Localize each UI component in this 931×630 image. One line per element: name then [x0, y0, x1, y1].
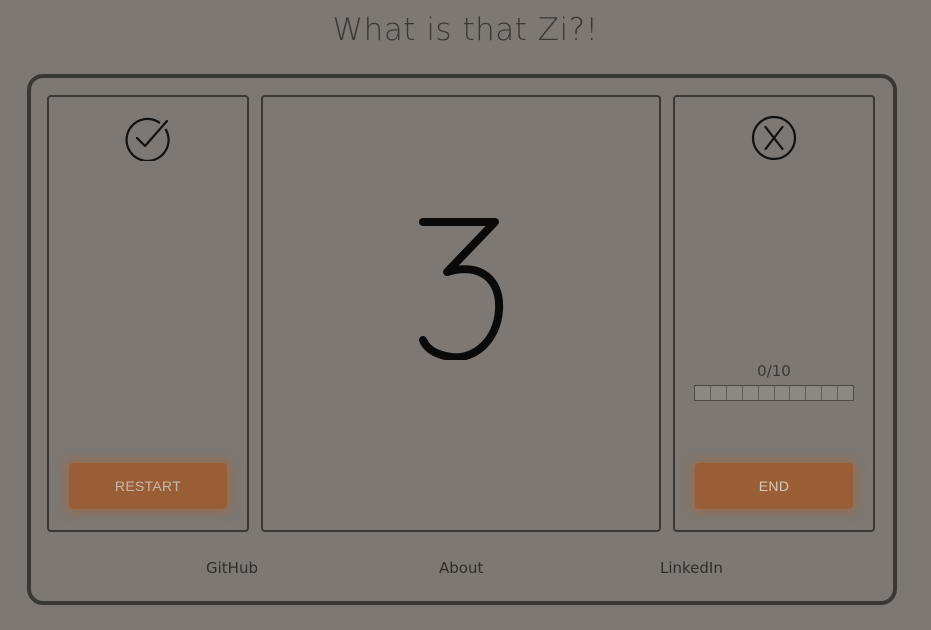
github-link[interactable]: GitHub [206, 559, 258, 577]
about-link[interactable]: About [439, 559, 483, 577]
x-circle-icon [751, 115, 797, 161]
character-glyph [419, 218, 504, 360]
character-display [261, 210, 661, 364]
app-page: What is that Zi?! 0/10 RESTART END GitHu… [0, 0, 931, 630]
progress-bar [694, 385, 854, 401]
end-button[interactable]: END [695, 463, 853, 509]
progress-counter: 0/10 [757, 362, 791, 380]
check-circle-icon [125, 115, 171, 163]
page-title: What is that Zi?! [332, 12, 599, 48]
linkedin-link[interactable]: LinkedIn [660, 559, 723, 577]
restart-button[interactable]: RESTART [69, 463, 227, 509]
